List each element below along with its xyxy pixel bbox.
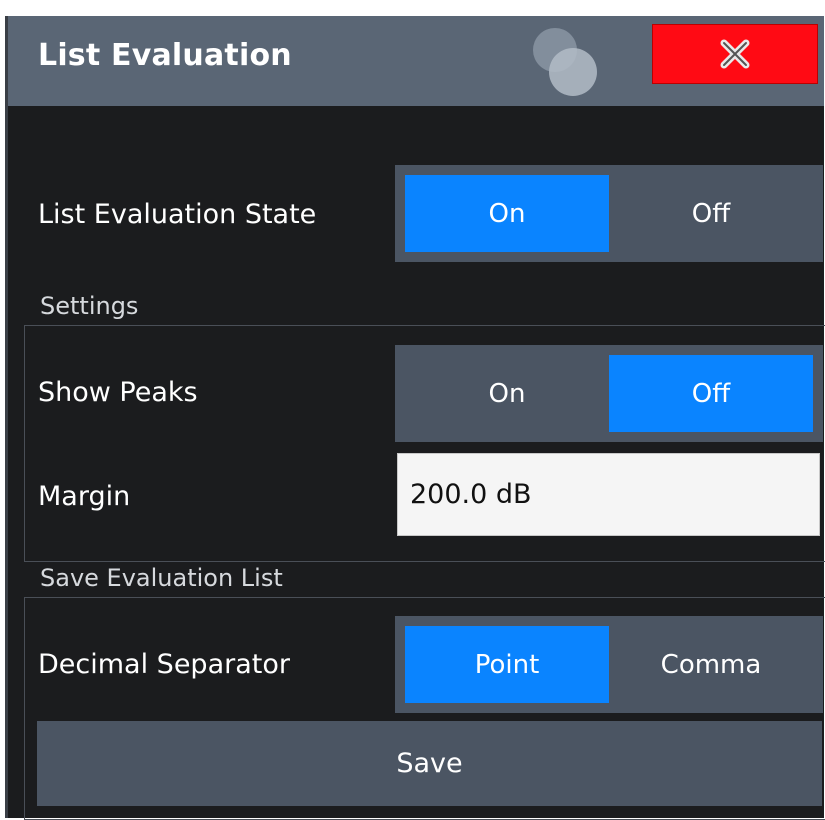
list-evaluation-dialog: List Evaluation List Evaluation State On… xyxy=(5,16,825,820)
close-button[interactable] xyxy=(652,24,818,84)
show-peaks-label: Show Peaks xyxy=(38,377,198,408)
list-evaluation-state-off[interactable]: Off xyxy=(609,175,813,252)
dialog-title-bar[interactable]: List Evaluation xyxy=(8,16,824,106)
margin-label: Margin xyxy=(38,481,131,512)
save-evaluation-list-section-label: Save Evaluation List xyxy=(40,564,283,592)
list-evaluation-state-on[interactable]: On xyxy=(405,175,609,252)
decimal-separator-toggle: Point Comma xyxy=(395,616,823,713)
list-evaluation-state-toggle: On Off xyxy=(395,165,823,262)
app-logo-icon xyxy=(533,28,597,96)
dialog-title: List Evaluation xyxy=(38,38,292,73)
show-peaks-toggle: On Off xyxy=(395,345,823,442)
decimal-separator-comma[interactable]: Comma xyxy=(609,626,813,703)
decimal-separator-label: Decimal Separator xyxy=(38,649,290,680)
show-peaks-on[interactable]: On xyxy=(405,355,609,432)
close-icon xyxy=(720,39,750,69)
settings-section-label: Settings xyxy=(40,292,139,320)
show-peaks-off[interactable]: Off xyxy=(609,355,813,432)
decimal-separator-point[interactable]: Point xyxy=(405,626,609,703)
save-button[interactable]: Save xyxy=(37,721,822,806)
margin-input[interactable]: 200.0 dB xyxy=(397,453,820,536)
list-evaluation-state-label: List Evaluation State xyxy=(38,199,317,230)
